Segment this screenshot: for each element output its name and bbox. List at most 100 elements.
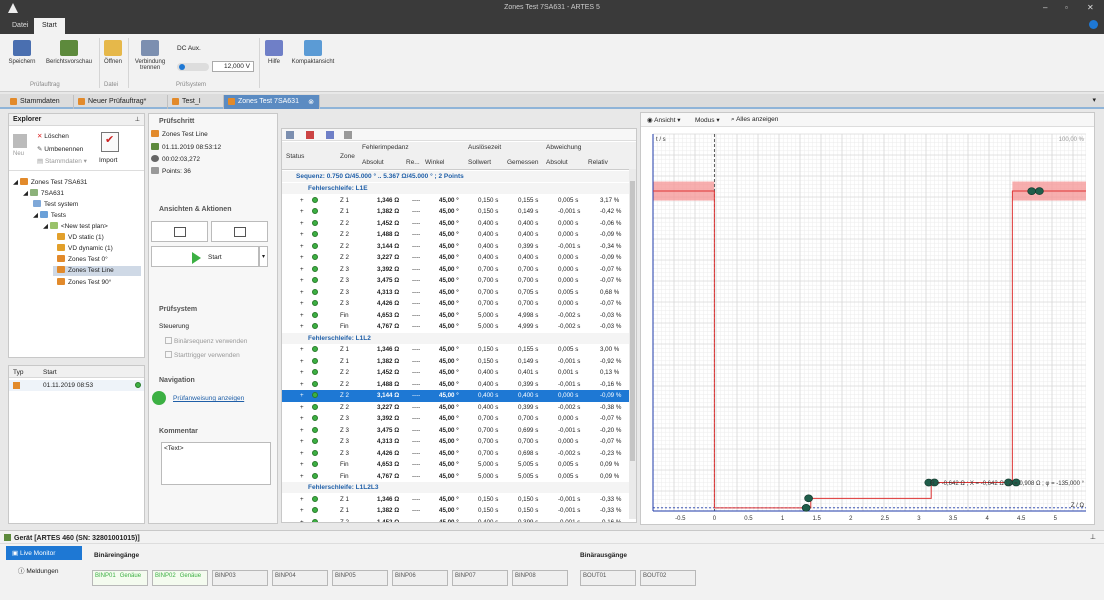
binary-input-7[interactable]: BINP07 xyxy=(452,570,508,586)
table-row[interactable]: + Z 3 3,475 Ω 45,00 ° 0,700 s 0,699 s -0,001 s… xyxy=(282,425,630,437)
table-row[interactable]: + Fin 4,653 Ω 45,00 ° 5,000 s 5,005 s 0,005 s 0… xyxy=(282,459,630,471)
table-row[interactable]: + Z 3 4,426 Ω 45,00 ° 0,700 s 0,700 s 0,000 s -… xyxy=(282,298,630,310)
table-row[interactable]: + Z 3 3,475 Ω 45,00 ° 0,700 s 0,700 s 0,000 s -… xyxy=(282,275,630,287)
doctab-zones-test[interactable]: Zones Test 7SA631 ⊗ xyxy=(224,95,320,109)
col-zone[interactable]: Zone xyxy=(340,153,355,160)
zone-chart[interactable]: -0.5 0 0.5 1 1.5 2 2.5 3 3.5 4 4.5 5 t / s Z / Ω 100,0… xyxy=(641,128,1094,525)
import-button[interactable]: Import xyxy=(99,157,117,164)
table-tool-icon[interactable] xyxy=(286,131,294,139)
print-icon[interactable] xyxy=(344,131,352,139)
expand-icon[interactable]: + xyxy=(300,438,304,445)
group-row[interactable]: Fehlerschleife: L1L2L3 xyxy=(282,482,630,493)
live-monitor-button[interactable]: ▣ Live Monitor xyxy=(6,546,82,560)
table-row[interactable]: + Z 1 1,346 Ω 45,00 ° 0,150 s 0,155 s 0,005 s 3… xyxy=(282,344,630,356)
binary-output-2[interactable]: BOUT02 xyxy=(640,570,696,586)
chart-view-button[interactable] xyxy=(151,221,208,242)
tree-item[interactable]: Zones Test 90° xyxy=(57,278,111,286)
table-row[interactable]: + Z 2 3,144 Ω 45,00 ° 0,400 s 0,400 s 0,000 s -… xyxy=(282,390,630,402)
tab-start[interactable]: Start xyxy=(34,18,65,34)
history-row[interactable]: 01.11.2019 08:53 xyxy=(9,380,144,391)
stammdaten-button[interactable]: ▤ Stammdaten ▾ xyxy=(37,157,87,165)
expand-icon[interactable]: + xyxy=(300,231,304,238)
binary-output-1[interactable]: BOUT01 xyxy=(580,570,636,586)
delete-button[interactable]: ✕ Löschen xyxy=(37,132,69,140)
expand-icon[interactable]: + xyxy=(300,358,304,365)
expand-icon[interactable]: + xyxy=(300,404,304,411)
col-gemessen[interactable]: Gemessen xyxy=(507,159,538,166)
pin-icon[interactable]: ⊥ xyxy=(135,116,140,123)
close-icon[interactable]: ✕ xyxy=(1087,3,1094,12)
table-row[interactable]: + Z 2 1,452 Ω 45,00 ° 0,400 s 0,401 s 0,001 s 0… xyxy=(282,367,630,379)
expand-icon[interactable]: + xyxy=(300,220,304,227)
col-fehlerimpedanz[interactable]: Fehlerimpedanz xyxy=(362,144,409,151)
expand-icon[interactable]: + xyxy=(300,381,304,388)
tree-item[interactable]: ◢ 7SA631 xyxy=(23,189,64,197)
col-start[interactable]: Start xyxy=(43,369,57,376)
table-row[interactable]: + Z 1 1,382 Ω 45,00 ° 0,150 s 0,149 s -0,001 s… xyxy=(282,356,630,368)
expand-icon[interactable]: + xyxy=(300,197,304,204)
table-row[interactable]: + Z 1 1,346 Ω 45,00 ° 0,150 s 0,150 s -0,001 s… xyxy=(282,494,630,506)
close-tab-icon[interactable]: ⊗ xyxy=(308,98,314,106)
new-button[interactable]: Neu xyxy=(13,151,24,157)
table-row[interactable]: + Z 1 1,382 Ω 45,00 ° 0,150 s 0,149 s -0,001 s… xyxy=(282,206,630,218)
expand-icon[interactable]: + xyxy=(300,312,304,319)
group-row[interactable]: Fehlerschleife: L1E xyxy=(282,183,630,194)
table-row[interactable]: + Fin 4,653 Ω 45,00 ° 5,000 s 4,998 s -0,002 s… xyxy=(282,310,630,322)
new-icon[interactable] xyxy=(13,134,27,148)
expand-icon[interactable]: + xyxy=(300,323,304,330)
expand-icon[interactable]: + xyxy=(300,392,304,399)
binary-input-8[interactable]: BINP08 xyxy=(512,570,568,586)
expand-icon[interactable]: + xyxy=(300,427,304,434)
expand-icon[interactable]: + xyxy=(300,369,304,376)
back-arrow-icon[interactable] xyxy=(152,391,166,405)
group-row[interactable]: Fehlerschleife: L1L2 xyxy=(282,332,630,344)
open-button[interactable]: Öffnen xyxy=(102,40,124,65)
table-row[interactable]: + Z 2 1,452 Ω 45,00 ° 0,400 s 0,399 s -0,001 s… xyxy=(282,517,630,522)
expand-icon[interactable]: + xyxy=(300,461,304,468)
start-button[interactable]: Start xyxy=(151,246,259,267)
tree-item[interactable]: ◢ <New test plan> xyxy=(43,222,108,230)
doctab-stammdaten[interactable]: Stammdaten xyxy=(6,95,74,109)
ansicht-menu[interactable]: ◉ Ansicht ▾ xyxy=(647,116,681,124)
expand-icon[interactable]: + xyxy=(300,208,304,215)
table-row[interactable]: + Fin 4,767 Ω 45,00 ° 5,000 s 5,005 s 0,005 s 0… xyxy=(282,471,630,483)
tree-item[interactable]: VD dynamic (1) xyxy=(57,244,113,252)
doctab-neuer-pruefauftrag[interactable]: Neuer Prüfauftrag* xyxy=(74,95,168,109)
col-abw-absolut[interactable]: Absolut xyxy=(546,159,568,166)
dc-aux-toggle[interactable] xyxy=(177,63,209,71)
sequence-row[interactable]: Sequenz: 0.750 Ω/45.000 ° .. 5.367 Ω/45.… xyxy=(282,171,630,182)
binary-input-4[interactable]: BINP04 xyxy=(272,570,328,586)
binary-input-1[interactable]: BINP01 Genäue xyxy=(92,570,148,586)
start-dropdown[interactable]: ▾ xyxy=(259,246,268,267)
minimize-icon[interactable]: – xyxy=(1043,3,1047,12)
table-row[interactable]: + Z 2 3,227 Ω 45,00 ° 0,400 s 0,399 s -0,002 s… xyxy=(282,402,630,414)
table-row[interactable]: + Z 3 3,392 Ω 45,00 ° 0,700 s 0,700 s 0,000 s -… xyxy=(282,264,630,276)
table-view-button[interactable] xyxy=(211,221,268,242)
table-row[interactable]: + Z 1 1,346 Ω 45,00 ° 0,150 s 0,155 s 0,005 s 3… xyxy=(282,195,630,207)
col-typ[interactable]: Typ xyxy=(13,369,23,376)
delete-results-icon[interactable] xyxy=(306,131,314,139)
expand-icon[interactable]: + xyxy=(300,266,304,273)
tree-item-selected[interactable]: Zones Test Line xyxy=(53,266,141,276)
table-row[interactable]: + Z 2 1,452 Ω 45,00 ° 0,400 s 0,400 s 0,000 s -… xyxy=(282,218,630,230)
report-preview-button[interactable]: Berichtsvorschau xyxy=(42,40,96,65)
expand-icon[interactable]: + xyxy=(300,415,304,422)
col-ausloesezeit[interactable]: Auslösezeit xyxy=(468,144,501,151)
meldungen-button[interactable]: ⓘ Meldungen xyxy=(18,565,58,575)
disconnect-button[interactable]: Verbindung trennen xyxy=(131,40,169,71)
pruefanweisung-link[interactable]: Prüfanweisung anzeigen xyxy=(173,395,244,402)
table-row[interactable]: + Z 2 1,488 Ω 45,00 ° 0,400 s 0,400 s 0,000 s -… xyxy=(282,229,630,241)
binary-input-2[interactable]: BINP02 Genäue xyxy=(152,570,208,586)
expand-icon[interactable]: + xyxy=(300,473,304,480)
col-status[interactable]: Status xyxy=(286,153,304,160)
col-re[interactable]: Re... xyxy=(406,159,420,166)
expand-icon[interactable]: + xyxy=(300,507,304,514)
help-button[interactable]: Hilfe xyxy=(263,40,285,65)
table-row[interactable]: + Z 1 1,382 Ω 45,00 ° 0,150 s 0,150 s -0,001 s… xyxy=(282,505,630,517)
table-row[interactable]: + Z 3 4,313 Ω 45,00 ° 0,700 s 0,700 s 0,000 s -… xyxy=(282,436,630,448)
comment-textarea[interactable]: <Text> xyxy=(161,442,271,485)
show-all-button[interactable]: ⌕ Alles anzeigen xyxy=(731,116,778,124)
tree-item[interactable]: Test system xyxy=(33,200,78,208)
col-sollwert[interactable]: Sollwert xyxy=(468,159,491,166)
doctab-test-i[interactable]: Test_I xyxy=(168,95,224,109)
